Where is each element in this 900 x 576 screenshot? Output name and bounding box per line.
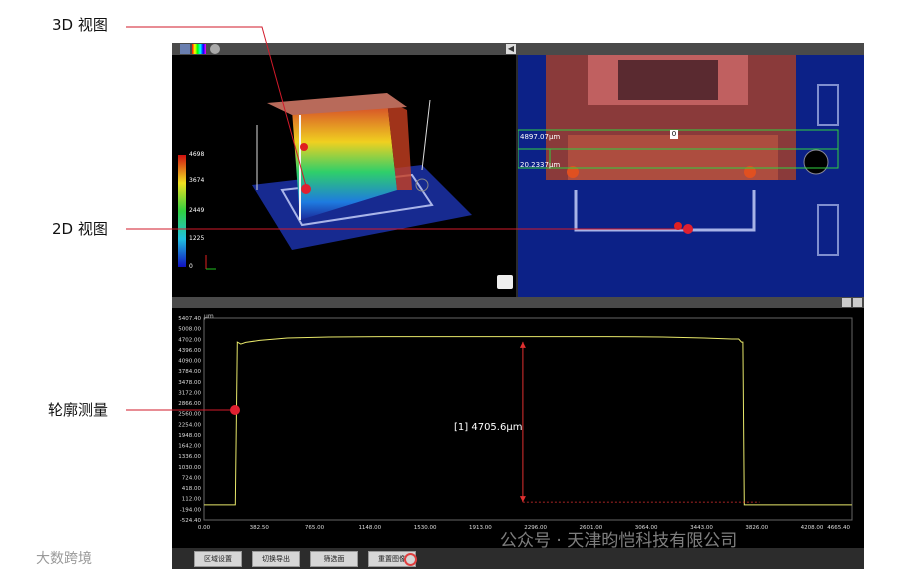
2d-marker-dot <box>674 222 682 230</box>
colorbar <box>178 155 186 267</box>
y-tick-label: 1642.00 <box>178 444 201 450</box>
y-tick-label: 3172.00 <box>178 390 201 396</box>
x-tick-label: 1530.00 <box>414 525 437 531</box>
colorbar-tick: 0 <box>189 263 193 270</box>
pane-3d-view[interactable]: 4698 3674 2449 1225 0 <box>172 55 516 297</box>
y-tick-label: 112.00 <box>182 497 202 503</box>
y-tick-label: 2560.00 <box>178 412 201 418</box>
bottom-toolbar: 区域设置 切换导出 筛选面 重置图像 <box>172 548 864 569</box>
app-window: ◀ 4698 3674 2449 1225 0 4897.07μm 20.233… <box>172 43 864 569</box>
y-tick-label: 2254.00 <box>178 422 201 428</box>
y-tick-label: 724.00 <box>182 475 202 481</box>
callout-3d-view: 3D 视图 <box>52 16 108 34</box>
profile-measure-label: [1] 4705.6μm <box>454 422 523 433</box>
profile-panel-header <box>172 297 864 308</box>
x-tick-label: 4208.00 <box>801 525 824 531</box>
screenshot-icon[interactable] <box>497 275 513 289</box>
y-tick-label: 1948.00 <box>178 433 201 439</box>
watermark-left: 大数跨境 <box>36 551 92 567</box>
y-tick-label: 3478.00 <box>178 380 201 386</box>
top-toolbar: ◀ <box>172 43 864 55</box>
y-tick-label: -524.40 <box>180 518 202 524</box>
colorbar-tick: 1225 <box>189 235 205 242</box>
measure-arrow-bottom <box>519 496 526 503</box>
x-tick-label: 1148.00 <box>358 525 381 531</box>
cube-view-icon[interactable] <box>180 44 190 54</box>
colorbar-tick: 2449 <box>189 207 205 214</box>
y-tick-label: -194.00 <box>180 507 202 513</box>
measure-arrow-top <box>519 341 526 348</box>
profile-chart-panel[interactable]: 5407.40 5008.00 4702.00 4396.00 4090.00 3784.… <box>172 308 864 548</box>
reset-icon[interactable] <box>404 553 417 566</box>
minimize-icon[interactable] <box>842 298 851 307</box>
region-settings-button[interactable]: 区域设置 <box>194 551 242 567</box>
measure-marker[interactable]: 0 <box>670 130 678 139</box>
profile-series-line <box>204 336 852 506</box>
x-tick-label: 3826.00 <box>745 525 768 531</box>
collapse-arrow-icon[interactable]: ◀ <box>506 44 516 54</box>
colorbar-tick: 4698 <box>189 151 205 158</box>
colorbar-tick: 3674 <box>189 177 205 184</box>
x-tick-label: 1913.00 <box>469 525 492 531</box>
y-tick-label: 4090.00 <box>178 359 201 365</box>
measure-bottom-label: 20.2337μm <box>520 161 561 169</box>
y-tick-label: 1030.00 <box>178 465 201 471</box>
measure-top-label: 4897.07μm <box>520 133 561 141</box>
settings-gear-icon[interactable] <box>210 44 220 54</box>
y-tick-label: 4396.00 <box>178 348 201 354</box>
callout-2d-view: 2D 视图 <box>52 220 108 238</box>
y-tick-label: 2866.00 <box>178 401 201 407</box>
plot-frame <box>203 317 853 521</box>
filter-surface-button[interactable]: 筛选面 <box>310 551 358 567</box>
x-tick-label: 765.00 <box>305 525 325 531</box>
callout-profile: 轮廓测量 <box>48 401 109 419</box>
y-tick-label: 5008.00 <box>178 327 201 333</box>
maximize-icon[interactable] <box>853 298 862 307</box>
2d-render <box>518 55 864 297</box>
pane-2d-view[interactable]: 4897.07μm 20.2337μm 0 <box>518 55 864 297</box>
3d-render <box>178 93 472 270</box>
switch-export-button[interactable]: 切换导出 <box>252 551 300 567</box>
x-tick-label: 382.50 <box>250 525 270 531</box>
unit-label: μm <box>204 313 214 320</box>
y-tick-label: 418.00 <box>182 486 202 492</box>
x-tick-label: 4665.40 <box>827 525 850 531</box>
x-tick-label: 0.00 <box>198 525 211 531</box>
watermark-right: 公众号 · 天津昀恺科技有限公司 <box>500 531 738 551</box>
y-tick-label: 3784.00 <box>178 369 201 375</box>
y-tick-label: 5407.40 <box>178 316 201 322</box>
3d-marker-dot <box>300 143 308 151</box>
y-tick-label: 1336.00 <box>178 454 201 460</box>
y-tick-label: 4702.00 <box>178 337 201 343</box>
color-map-icon[interactable] <box>192 44 206 54</box>
